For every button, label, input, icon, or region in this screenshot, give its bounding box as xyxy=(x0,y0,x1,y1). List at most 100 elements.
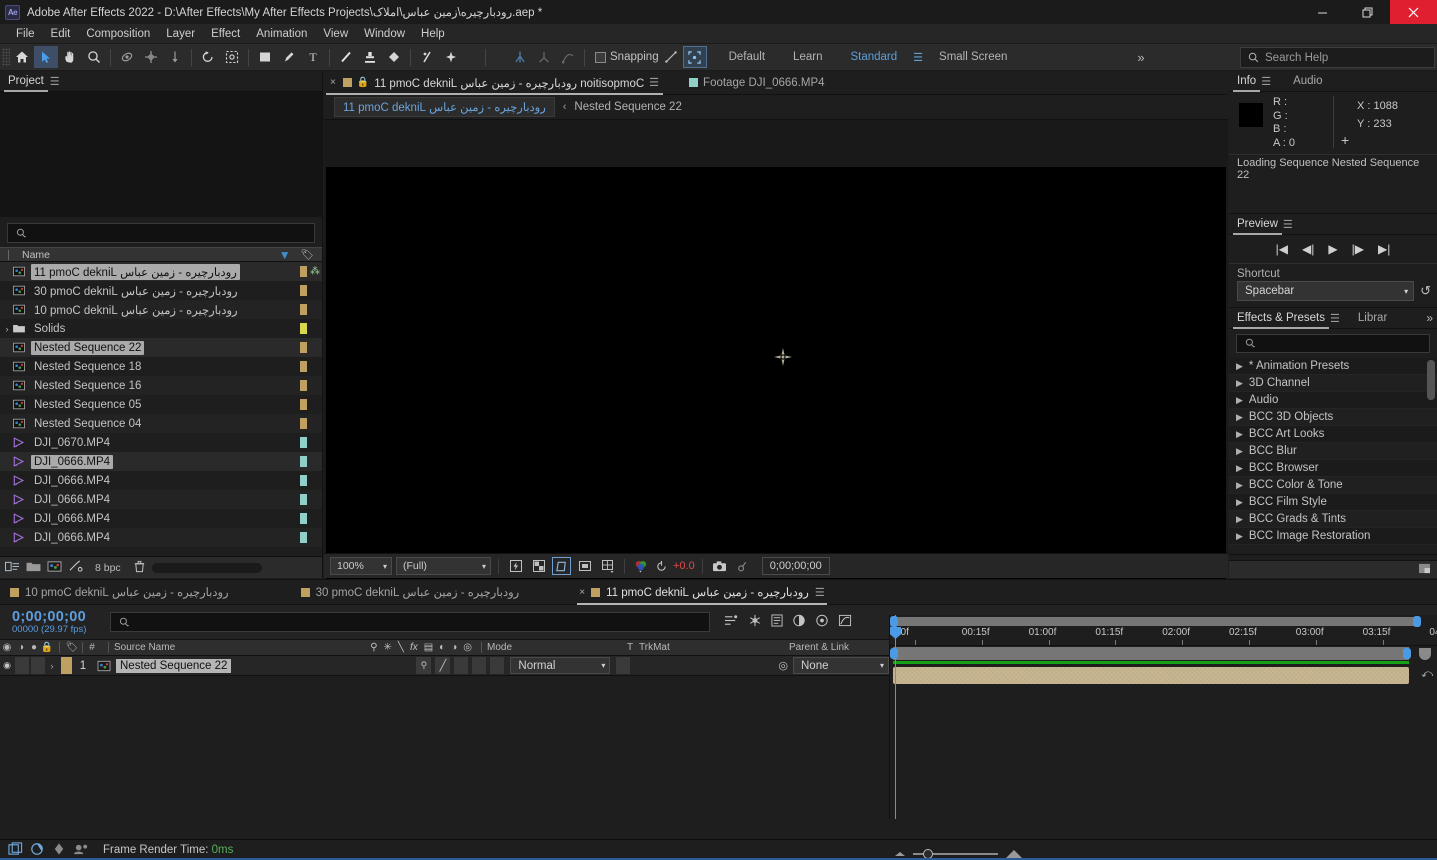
solo-switch-icon[interactable]: ● xyxy=(28,642,40,653)
chevron-right-icon[interactable]: ▶ xyxy=(1236,514,1243,525)
duration-end-handle[interactable] xyxy=(1403,648,1411,659)
reset-icon[interactable]: ↺ xyxy=(1420,283,1431,299)
index-column-header[interactable]: # xyxy=(86,642,98,653)
interpret-footage-icon[interactable] xyxy=(5,560,20,576)
menu-composition[interactable]: Composition xyxy=(78,26,158,42)
previous-frame-icon[interactable]: ◀| xyxy=(1302,242,1314,256)
snapping-options-icon[interactable] xyxy=(659,46,683,68)
close-button[interactable] xyxy=(1390,0,1437,24)
last-frame-icon[interactable]: ▶| xyxy=(1378,242,1390,256)
snapping-3d-icon[interactable] xyxy=(682,46,707,68)
snapping-checkbox[interactable] xyxy=(595,51,606,63)
playhead-line[interactable] xyxy=(895,615,896,819)
project-item-label-color[interactable] xyxy=(300,399,307,410)
zoom-out-icon[interactable] xyxy=(895,852,905,856)
scale-puppet-icon[interactable] xyxy=(532,46,556,68)
current-time-display[interactable]: 0;00;00;00 00000 (29.97 fps) xyxy=(0,609,110,635)
project-item-label-color[interactable] xyxy=(300,342,307,353)
fast-previews-icon[interactable] xyxy=(506,557,525,575)
zoom-tool-icon[interactable] xyxy=(82,46,106,68)
project-list-item[interactable]: رودبارچیره - زمین عباس Linked Comp 01 xyxy=(0,300,322,319)
workspace-learn[interactable]: Learn xyxy=(779,44,836,71)
timeline-tab-comp-03[interactable]: رودبارچیره - زمین عباس Linked Comp 03 xyxy=(291,580,530,605)
tab-info[interactable]: Info xyxy=(1229,71,1264,92)
work-area-bar[interactable] xyxy=(893,617,1419,626)
new-animation-preset-icon[interactable] xyxy=(1418,563,1431,577)
workspace-menu-icon[interactable]: ☰ xyxy=(911,51,925,64)
frame-blend-icon[interactable]: ▤ xyxy=(424,642,433,653)
magnification-dropdown[interactable]: 100% ▾ xyxy=(330,557,392,575)
t-column-header[interactable]: T xyxy=(627,642,639,653)
exposure-value[interactable]: +0.0 xyxy=(673,560,695,572)
project-item-label-color[interactable] xyxy=(300,475,307,486)
layer-quality-toggle[interactable]: ╱ xyxy=(435,657,451,674)
time-ruler[interactable]: 00f 00:15f 01:00f 01:15f 02:00f 02:15f 03:00f 0… xyxy=(890,627,1437,646)
project-settings-icon[interactable] xyxy=(68,559,83,576)
project-item-label-color[interactable] xyxy=(300,513,307,524)
layer-motionblur-toggle[interactable] xyxy=(490,657,505,674)
tab-composition[interactable]: × 🔒 Composition رودبارچیره - زمین عباس L… xyxy=(324,71,665,95)
chevron-right-icon[interactable]: ▶ xyxy=(1236,531,1243,542)
rotation-tool-icon[interactable] xyxy=(196,46,220,68)
menu-animation[interactable]: Animation xyxy=(248,26,315,42)
motion-blur-header-icon[interactable]: ◐ xyxy=(439,642,445,653)
toggle-mask-visibility-icon[interactable] xyxy=(552,557,571,575)
project-list-item[interactable]: DJI_0666.MP4 xyxy=(0,490,322,509)
tab-libraries[interactable]: Librar xyxy=(1350,308,1390,329)
toggle-switches-modes-icon[interactable] xyxy=(8,841,23,859)
project-item-label-color[interactable] xyxy=(300,437,307,448)
video-switch-icon[interactable]: ◉ xyxy=(0,642,14,653)
chevron-right-icon[interactable]: ▶ xyxy=(1236,480,1243,491)
layer-label-color[interactable] xyxy=(61,657,72,674)
effects-category-list[interactable]: ▶ * Animation Presets ▶ 3D Channel ▶ Audio ▶ BC… xyxy=(1229,358,1437,554)
layer-solo-toggle[interactable] xyxy=(31,657,45,674)
timeline-panel-menu-icon[interactable]: ☰ xyxy=(815,586,825,599)
duration-start-handle[interactable] xyxy=(890,648,898,659)
maximize-button[interactable] xyxy=(1345,0,1390,24)
breadcrumb-current[interactable]: رودبارچیره - زمین عباس Linked Comp 11 xyxy=(334,97,555,117)
layer-frameblend-toggle[interactable] xyxy=(472,657,487,674)
eraser-tool-icon[interactable] xyxy=(382,46,406,68)
close-timeline-tab-icon[interactable]: × xyxy=(579,587,585,598)
project-list-item[interactable]: Nested Sequence 04 xyxy=(0,414,322,433)
exposure-control[interactable] xyxy=(655,557,668,575)
effects-category-row[interactable]: ▶ BCC 3D Objects xyxy=(1229,409,1437,426)
effects-category-row[interactable]: ▶ BCC Film Style xyxy=(1229,494,1437,511)
clone-stamp-tool-icon[interactable] xyxy=(358,46,382,68)
project-item-label-color[interactable] xyxy=(300,456,307,467)
hide-shy-layers-icon[interactable] xyxy=(771,614,783,630)
mode-column-header[interactable]: Mode xyxy=(487,642,627,653)
parent-pickwhip-icon[interactable]: ◎ xyxy=(778,659,788,672)
home-icon[interactable] xyxy=(10,46,34,68)
puppet-pin-tool-icon[interactable] xyxy=(415,46,439,68)
minimize-button[interactable] xyxy=(1300,0,1345,24)
layer-clip-bar[interactable] xyxy=(893,667,1409,684)
comp-duration-bar[interactable] xyxy=(893,647,1409,660)
timeline-track-area[interactable]: 00f 00:15f 01:00f 01:15f 02:00f 02:15f 03:00f 0… xyxy=(889,615,1437,819)
project-item-label-color[interactable] xyxy=(300,266,307,277)
composition-panel-menu-icon[interactable]: ☰ xyxy=(649,76,659,89)
workspace-overflow-icon[interactable]: » xyxy=(1131,50,1150,65)
type-tool-icon[interactable]: T xyxy=(301,46,325,68)
project-column-name[interactable]: Name xyxy=(22,249,50,261)
project-item-list[interactable]: رودبارچیره - زمین عباس Linked Comp 11 ⁂ رو… xyxy=(0,262,322,561)
project-list-item[interactable]: › Solids xyxy=(0,319,322,338)
timeline-tab-comp-01[interactable]: رودبارچیره - زمین عباس Linked Comp 01 xyxy=(0,580,239,605)
shy-icon[interactable]: ⚲ xyxy=(370,642,377,653)
channel-and-color-icon[interactable] xyxy=(632,557,651,575)
tab-effects-presets[interactable]: Effects & Presets xyxy=(1229,308,1333,329)
toolbar-grip[interactable] xyxy=(2,48,10,66)
project-item-label-color[interactable] xyxy=(300,494,307,505)
layer-expand-arrow-icon[interactable]: › xyxy=(46,661,58,671)
show-snapshot-icon[interactable] xyxy=(733,557,752,575)
layer-parent-dropdown[interactable]: None ▾ xyxy=(793,657,889,674)
graph-editor-set-icon[interactable] xyxy=(52,842,66,859)
audio-switch-icon[interactable]: ◑ xyxy=(14,642,28,653)
orbit-tool-icon[interactable] xyxy=(115,46,139,68)
label-icon[interactable]: 🏷 xyxy=(65,642,79,653)
project-list-item[interactable]: DJI_0666.MP4 xyxy=(0,471,322,490)
graph-editor-icon[interactable] xyxy=(838,614,852,630)
label-column-icon[interactable]: 🏷 xyxy=(301,248,314,261)
chevron-right-icon[interactable]: ▶ xyxy=(1236,361,1243,372)
effects-category-row[interactable]: ▶ * Animation Presets xyxy=(1229,358,1437,375)
